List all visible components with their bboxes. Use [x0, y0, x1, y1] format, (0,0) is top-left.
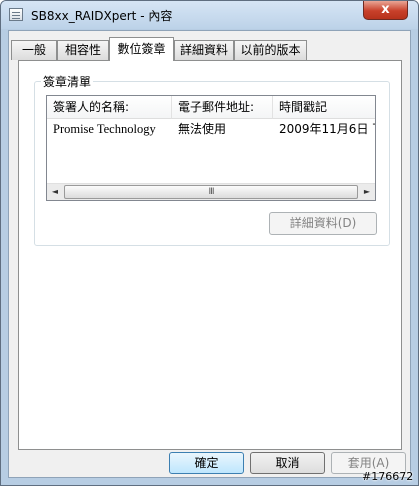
signature-list-group: 簽章清單 簽署人的名稱: 電子郵件地址: 時間戳記 Promise Techno…	[34, 73, 390, 246]
cell-timestamp: 2009年11月6日 下...	[279, 122, 375, 136]
ok-button[interactable]: 確定	[169, 452, 244, 474]
horizontal-scrollbar[interactable]: ◄ III ►	[47, 183, 375, 200]
scroll-thumb[interactable]: III	[64, 185, 358, 199]
cell-email: 無法使用	[178, 122, 227, 136]
tab-general[interactable]: 一般	[11, 40, 57, 60]
column-header-signer[interactable]: 簽署人的名稱:	[47, 96, 172, 119]
tab-digital-signatures[interactable]: 數位簽章	[109, 37, 174, 61]
grip-icon: III	[208, 187, 215, 197]
column-header-timestamp[interactable]: 時間戳記	[273, 96, 375, 119]
app-icon	[9, 8, 23, 21]
watermark: #176672	[362, 470, 414, 483]
signatures-panel: 簽章清單 簽署人的名稱: 電子郵件地址: 時間戳記 Promise Techno…	[18, 60, 402, 450]
cell-signer: Promise Technology	[53, 122, 156, 136]
close-icon: x	[381, 2, 390, 17]
group-label: 簽章清單	[41, 73, 94, 90]
tab-details[interactable]: 詳細資料	[174, 40, 234, 60]
close-button[interactable]: x	[363, 1, 408, 20]
window-title: SB8xx_RAIDXpert - 內容	[31, 9, 173, 23]
tab-previous-versions[interactable]: 以前的版本	[234, 40, 307, 60]
scroll-right-icon[interactable]: ►	[359, 184, 375, 200]
title-bar[interactable]: SB8xx_RAIDXpert - 內容 x	[1, 1, 418, 29]
dialog-client: 一般 相容性 數位簽章 詳細資料 以前的版本 簽章清單 簽署人的名稱: 電子郵件…	[8, 30, 411, 478]
column-header-email[interactable]: 電子郵件地址:	[172, 96, 273, 119]
properties-window: SB8xx_RAIDXpert - 內容 x 一般 相容性 數位簽章 詳細資料 …	[0, 0, 419, 486]
scroll-left-icon[interactable]: ◄	[47, 184, 63, 200]
cancel-button[interactable]: 取消	[250, 452, 325, 474]
signature-list[interactable]: 簽署人的名稱: 電子郵件地址: 時間戳記 Promise Technology …	[46, 95, 376, 201]
details-button[interactable]: 詳細資料(D)	[269, 212, 377, 235]
tab-compatibility[interactable]: 相容性	[57, 40, 109, 60]
